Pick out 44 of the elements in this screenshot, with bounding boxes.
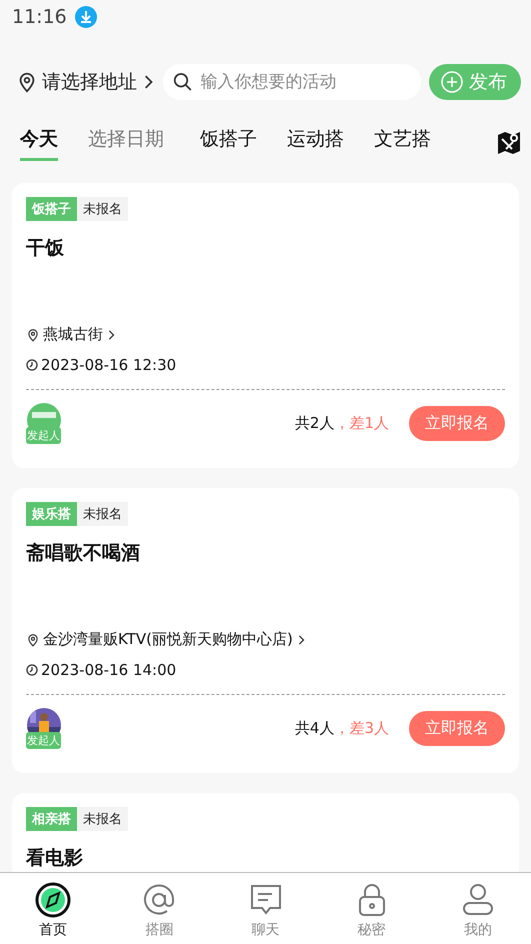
- activity-place[interactable]: 燕城古街: [43, 325, 103, 344]
- signup-status: 未报名: [77, 807, 128, 831]
- activity-title: 斋唱歌不喝酒: [26, 541, 141, 566]
- activity-place[interactable]: 金沙湾量贩KTV(丽悦新天购物中心店): [43, 630, 293, 649]
- activity-card[interactable]: 相亲搭 未报名 看电影: [12, 793, 519, 872]
- participant-count: 共2人，差1人: [294, 414, 389, 432]
- search-input[interactable]: 输入你想要的活动: [198, 71, 411, 93]
- activity-time: 2023-08-16 12:30: [41, 356, 176, 374]
- search-icon: [173, 71, 193, 93]
- signup-status: 未报名: [77, 502, 128, 526]
- participant-count: 共4人，差3人: [294, 718, 389, 738]
- location-pin-icon: [26, 632, 40, 646]
- location-pin-icon: [26, 328, 40, 342]
- category-tag: 娱乐搭: [26, 502, 77, 526]
- signup-status: 未报名: [77, 197, 128, 221]
- map-icon[interactable]: [497, 131, 521, 155]
- category-tag: 相亲搭: [26, 807, 77, 831]
- chevron-right-icon: [106, 330, 116, 340]
- nav-tab[interactable]: 首页: [0, 873, 106, 944]
- nav-tab[interactable]: 搭圈: [106, 873, 212, 944]
- activity-time: 2023-08-16 14:00: [41, 661, 176, 679]
- nav-tab[interactable]: 聊天: [212, 873, 319, 944]
- organizer-badge: 发起人: [26, 427, 61, 444]
- compass-icon: [34, 881, 72, 919]
- nav-tab[interactable]: 我的: [424, 873, 531, 944]
- category-tab[interactable]: 运动搭: [287, 126, 344, 160]
- category-tab[interactable]: 文艺搭: [374, 126, 431, 160]
- category-tag: 饭搭子: [26, 197, 77, 221]
- activity-card[interactable]: 饭搭子 未报名 干饭 燕城古街 2023-08-16 12:30 发起人 共2人，差1人 立即报名: [12, 183, 519, 468]
- nav-tab[interactable]: 秘密: [318, 873, 425, 944]
- activity-title: 干饭: [26, 236, 65, 261]
- download-icon: [74, 6, 97, 28]
- category-tab[interactable]: 饭搭子: [200, 126, 257, 160]
- activity-card[interactable]: 娱乐搭 未报名 斋唱歌不喝酒 金沙湾量贩KTV(丽悦新天购物中心店) 2023-08-16 14:00 发起人 共4人，差3人 立即报名: [12, 488, 519, 773]
- category-tab[interactable]: 今天: [20, 126, 58, 160]
- plus-icon: [441, 71, 463, 93]
- category-tab[interactable]: 选择日期: [88, 126, 164, 160]
- clock-icon: [26, 359, 38, 371]
- location-selector[interactable]: 请选择地址: [42, 69, 137, 95]
- activity-title: 看电影: [26, 846, 84, 871]
- clock-icon: [26, 664, 38, 676]
- status-time: 11:16: [12, 6, 67, 28]
- organizer-badge: 发起人: [26, 732, 61, 749]
- search-bar[interactable]: 输入你想要的活动: [163, 64, 421, 100]
